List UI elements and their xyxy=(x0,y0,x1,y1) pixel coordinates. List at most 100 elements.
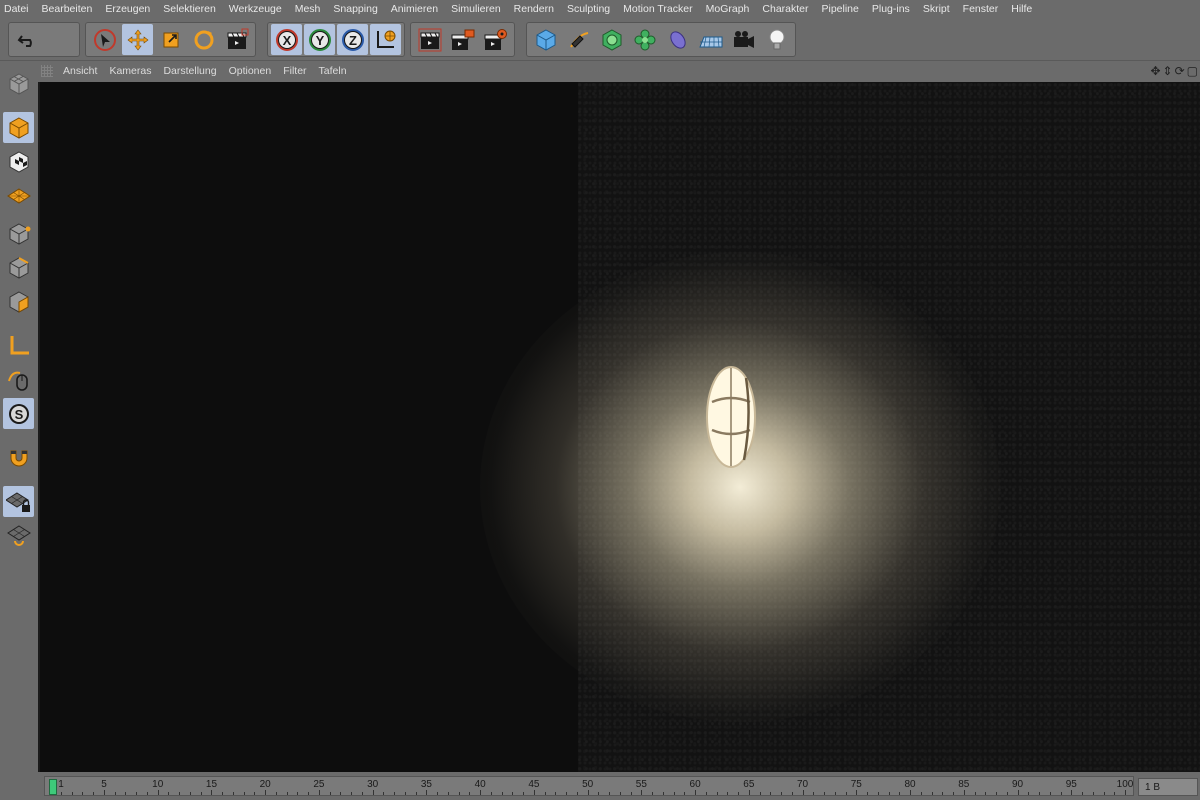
tweak-mode-button[interactable] xyxy=(3,364,34,395)
zoom-view-icon[interactable]: ⇕ xyxy=(1163,64,1173,78)
undo-button[interactable] xyxy=(12,24,43,55)
timeline-tick xyxy=(286,792,288,795)
timeline-tick xyxy=(609,792,611,795)
viewport-menu-ansicht[interactable]: Ansicht xyxy=(63,65,97,77)
timeline-tick xyxy=(1017,790,1019,795)
model-cube-icon xyxy=(9,116,28,139)
object-creation-group xyxy=(526,22,796,57)
deformer-button[interactable] xyxy=(662,24,693,55)
timeline-tick xyxy=(630,792,632,795)
viewport-menu-darstellung[interactable]: Darstellung xyxy=(163,65,216,77)
viewport-menu-optionen[interactable]: Optionen xyxy=(229,65,272,77)
menu-snapping[interactable]: Snapping xyxy=(333,3,377,15)
timeline-tick xyxy=(480,790,482,795)
locked-workplane-button[interactable] xyxy=(3,486,34,517)
rotate-view-icon[interactable]: ⟳ xyxy=(1175,64,1185,78)
enable-snap-button[interactable]: S xyxy=(3,398,34,429)
menu-motion-tracker[interactable]: Motion Tracker xyxy=(623,3,692,15)
menu-erzeugen[interactable]: Erzeugen xyxy=(105,3,150,15)
timeline-tick xyxy=(512,792,514,795)
viewport-menu-tafeln[interactable]: Tafeln xyxy=(319,65,347,77)
viewport-menu-filter[interactable]: Filter xyxy=(283,65,306,77)
maximize-view-icon[interactable]: ▢ xyxy=(1187,64,1198,78)
coordinate-system-button[interactable] xyxy=(370,24,401,55)
recent-tool-button[interactable] xyxy=(221,24,252,55)
cloner-icon xyxy=(634,29,655,50)
timeline-tick-label: 15 xyxy=(205,779,218,790)
timeline-tick xyxy=(813,792,815,795)
menu-pipeline[interactable]: Pipeline xyxy=(822,3,859,15)
menu-werkzeuge[interactable]: Werkzeuge xyxy=(229,3,282,15)
rotate-tool-button[interactable] xyxy=(188,24,219,55)
timeline-tick xyxy=(1039,792,1041,795)
timeline-tick xyxy=(1060,792,1062,795)
timeline-tick xyxy=(168,792,170,795)
menu-charakter[interactable]: Charakter xyxy=(762,3,808,15)
timeline-tick xyxy=(361,792,363,795)
y-axis-button[interactable]: Y xyxy=(304,24,335,55)
subdivision-surface-button[interactable] xyxy=(596,24,627,55)
scale-tool-button[interactable] xyxy=(155,24,186,55)
pan-view-icon[interactable]: ✥ xyxy=(1150,64,1160,78)
y-axis-label: Y xyxy=(315,33,324,48)
timeline-tick-label: 80 xyxy=(904,779,916,790)
menu-mesh[interactable]: Mesh xyxy=(295,3,321,15)
make-editable-button[interactable] xyxy=(3,68,34,99)
menu-sculpting[interactable]: Sculpting xyxy=(567,3,610,15)
menu-simulieren[interactable]: Simulieren xyxy=(451,3,501,15)
light-button[interactable] xyxy=(761,24,792,55)
x-axis-button[interactable]: X xyxy=(271,24,302,55)
model-mode-button[interactable] xyxy=(3,112,34,143)
timeline-tick xyxy=(1092,792,1094,795)
undo-icon xyxy=(17,34,32,47)
magnet-button[interactable] xyxy=(3,442,34,473)
enable-axis-button[interactable] xyxy=(3,330,34,361)
points-mode-button[interactable] xyxy=(3,218,34,249)
menu-bearbeiten[interactable]: Bearbeiten xyxy=(42,3,93,15)
workplane-mode-button[interactable] xyxy=(3,180,34,211)
menu-plug-ins[interactable]: Plug-ins xyxy=(872,3,910,15)
timeline-tick-label: 10 xyxy=(152,779,164,790)
timeline-tick xyxy=(125,792,127,795)
move-tool-button[interactable] xyxy=(122,24,153,55)
menu-mograph[interactable]: MoGraph xyxy=(706,3,750,15)
timeline-tick-label: 35 xyxy=(420,779,432,790)
3d-viewport[interactable] xyxy=(38,82,1200,772)
timeline-tick xyxy=(566,792,568,795)
menu-skript[interactable]: Skript xyxy=(923,3,950,15)
live-selection-button[interactable] xyxy=(89,24,120,55)
menu-selektieren[interactable]: Selektieren xyxy=(163,3,216,15)
snap-label: S xyxy=(14,407,23,422)
texture-mode-button[interactable] xyxy=(3,146,34,177)
timeline-tick xyxy=(93,792,95,795)
timeline-tick xyxy=(555,792,557,795)
planar-workplane-button[interactable] xyxy=(3,520,34,551)
panel-grip-icon[interactable] xyxy=(41,65,53,77)
render-view-button[interactable] xyxy=(414,24,445,55)
cube-object-button[interactable] xyxy=(530,24,561,55)
render-settings-button[interactable] xyxy=(480,24,511,55)
polygons-mode-button[interactable] xyxy=(3,286,34,317)
viewport-menu-kameras[interactable]: Kameras xyxy=(109,65,151,77)
edges-mode-button[interactable] xyxy=(3,252,34,283)
menu-hilfe[interactable]: Hilfe xyxy=(1011,3,1032,15)
camera-button[interactable] xyxy=(728,24,759,55)
menu-fenster[interactable]: Fenster xyxy=(963,3,999,15)
z-axis-button[interactable]: Z xyxy=(337,24,368,55)
floor-button[interactable] xyxy=(695,24,726,55)
light-glow xyxy=(480,252,1000,722)
timeline-ruler[interactable]: 1 5 10 15 20 25 30 35 40 45 50 55 60 65 70 75 80 85 90 95 10… xyxy=(44,776,1134,796)
playhead[interactable] xyxy=(49,779,57,795)
menu-datei[interactable]: Datei xyxy=(4,3,29,15)
clapper-render-view-icon xyxy=(418,28,441,51)
menu-animieren[interactable]: Animieren xyxy=(391,3,438,15)
pen-spline-button[interactable] xyxy=(563,24,594,55)
render-picture-viewer-button[interactable] xyxy=(447,24,478,55)
menu-rendern[interactable]: Rendern xyxy=(514,3,554,15)
current-frame-field[interactable]: 1 B xyxy=(1138,778,1198,796)
timeline-tick xyxy=(963,790,965,795)
points-cube-icon xyxy=(9,222,30,245)
redo-button[interactable] xyxy=(45,24,76,55)
cloner-button[interactable] xyxy=(629,24,660,55)
timeline-tick xyxy=(1103,792,1105,795)
